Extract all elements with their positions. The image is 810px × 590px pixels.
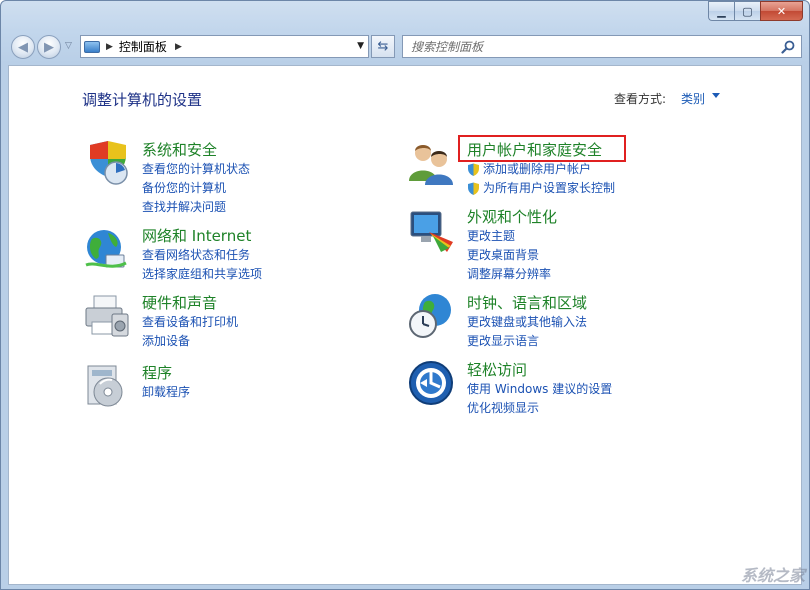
link-add-remove-accounts[interactable]: 添加或删除用户帐户 [467, 160, 615, 179]
control-panel-icon [84, 40, 100, 53]
link-change-theme[interactable]: 更改主题 [467, 227, 551, 246]
forward-button[interactable]: ▶ [37, 35, 61, 59]
address-dropdown-icon[interactable]: ▼ [357, 41, 364, 51]
category-title[interactable]: 硬件和声音 [142, 292, 217, 313]
close-button[interactable]: ✕ [760, 1, 803, 21]
link-optimize-video-display[interactable]: 优化视频显示 [467, 399, 612, 418]
search-box[interactable] [402, 35, 802, 58]
ease-of-access-icon[interactable] [407, 359, 455, 407]
breadcrumb-control-panel[interactable]: 控制面板 [119, 38, 167, 55]
highlight-box [458, 135, 626, 162]
link-find-fix-problems[interactable]: 查找并解决问题 [142, 198, 250, 217]
view-by-label: 查看方式: [614, 92, 667, 106]
address-bar[interactable]: ▶ 控制面板 ▶ ▼ [80, 35, 369, 58]
breadcrumb-chevron-icon[interactable]: ▶ [175, 42, 182, 52]
search-input[interactable] [403, 36, 773, 57]
system-security-shield-icon[interactable] [82, 139, 130, 187]
back-button[interactable]: ◀ [11, 35, 35, 59]
link-text[interactable]: 为所有用户设置家长控制 [483, 181, 615, 195]
breadcrumb-chevron-icon[interactable]: ▶ [106, 42, 113, 52]
link-uninstall-program[interactable]: 卸载程序 [142, 383, 190, 402]
link-change-input-method[interactable]: 更改键盘或其他输入法 [467, 313, 587, 332]
category-title[interactable]: 程序 [142, 362, 172, 383]
link-text[interactable]: 添加或删除用户帐户 [483, 162, 591, 176]
minimize-button[interactable]: ▁ [708, 1, 734, 21]
link-add-device[interactable]: 添加设备 [142, 332, 238, 351]
appearance-monitor-icon[interactable] [407, 206, 455, 254]
refresh-button[interactable]: ⇆ [371, 35, 395, 58]
link-devices-printers[interactable]: 查看设备和打印机 [142, 313, 238, 332]
category-title[interactable]: 外观和个性化 [467, 206, 557, 227]
search-icon[interactable] [781, 40, 795, 54]
category-links: 使用 Windows 建议的设置 优化视频显示 [467, 380, 612, 418]
view-by-dropdown[interactable]: 类别 [681, 90, 705, 107]
link-desktop-background[interactable]: 更改桌面背景 [467, 246, 551, 265]
link-network-status[interactable]: 查看网络状态和任务 [142, 246, 262, 265]
maximize-button[interactable]: ▢ [734, 1, 760, 21]
category-links: 更改键盘或其他输入法 更改显示语言 [467, 313, 587, 351]
category-title[interactable]: 系统和安全 [142, 139, 217, 160]
category-title[interactable]: 轻松访问 [467, 359, 527, 380]
watermark-logo: 系统之家 [740, 566, 805, 585]
window-frame: ▁ ▢ ✕ ◀ ▶ ▽ ▶ 控制面板 ▶ ▼ ⇆ 调整计算机的设置 查看方式: … [0, 0, 810, 590]
category-links: 添加或删除用户帐户 为所有用户设置家长控制 [467, 160, 615, 198]
uac-shield-icon [468, 182, 479, 195]
recent-pages-dropdown[interactable]: ▽ [65, 41, 72, 51]
category-links: 更改主题 更改桌面背景 调整屏幕分辨率 [467, 227, 551, 284]
back-arrow-icon: ◀ [18, 39, 28, 55]
network-globe-icon[interactable] [82, 225, 130, 273]
caption-buttons: ▁ ▢ ✕ [708, 1, 803, 21]
category-links: 卸载程序 [142, 383, 190, 402]
view-by-arrow-icon[interactable] [712, 93, 720, 98]
category-title[interactable]: 时钟、语言和区域 [467, 292, 587, 313]
user-accounts-icon[interactable] [407, 139, 455, 187]
link-screen-resolution[interactable]: 调整屏幕分辨率 [467, 265, 551, 284]
category-links: 查看设备和打印机 添加设备 [142, 313, 238, 351]
category-links: 查看网络状态和任务 选择家庭组和共享选项 [142, 246, 262, 284]
link-backup-computer[interactable]: 备份您的计算机 [142, 179, 250, 198]
link-parental-controls[interactable]: 为所有用户设置家长控制 [467, 179, 615, 198]
refresh-icon: ⇆ [377, 39, 389, 54]
programs-disc-icon[interactable] [82, 362, 130, 410]
link-view-computer-status[interactable]: 查看您的计算机状态 [142, 160, 250, 179]
link-homegroup-sharing[interactable]: 选择家庭组和共享选项 [142, 265, 262, 284]
forward-arrow-icon: ▶ [44, 39, 54, 55]
category-title[interactable]: 网络和 Internet [142, 225, 251, 246]
uac-shield-icon [468, 163, 479, 176]
main-content: 调整计算机的设置 查看方式: 类别 系统和安全 查看您的计算机状态 备份您的计算… [8, 65, 802, 585]
page-title: 调整计算机的设置 [82, 91, 203, 109]
printer-icon[interactable] [82, 292, 130, 340]
link-change-display-language[interactable]: 更改显示语言 [467, 332, 587, 351]
category-links: 查看您的计算机状态 备份您的计算机 查找并解决问题 [142, 160, 250, 217]
clock-globe-icon[interactable] [407, 292, 455, 340]
link-windows-recommended-settings[interactable]: 使用 Windows 建议的设置 [467, 380, 612, 399]
